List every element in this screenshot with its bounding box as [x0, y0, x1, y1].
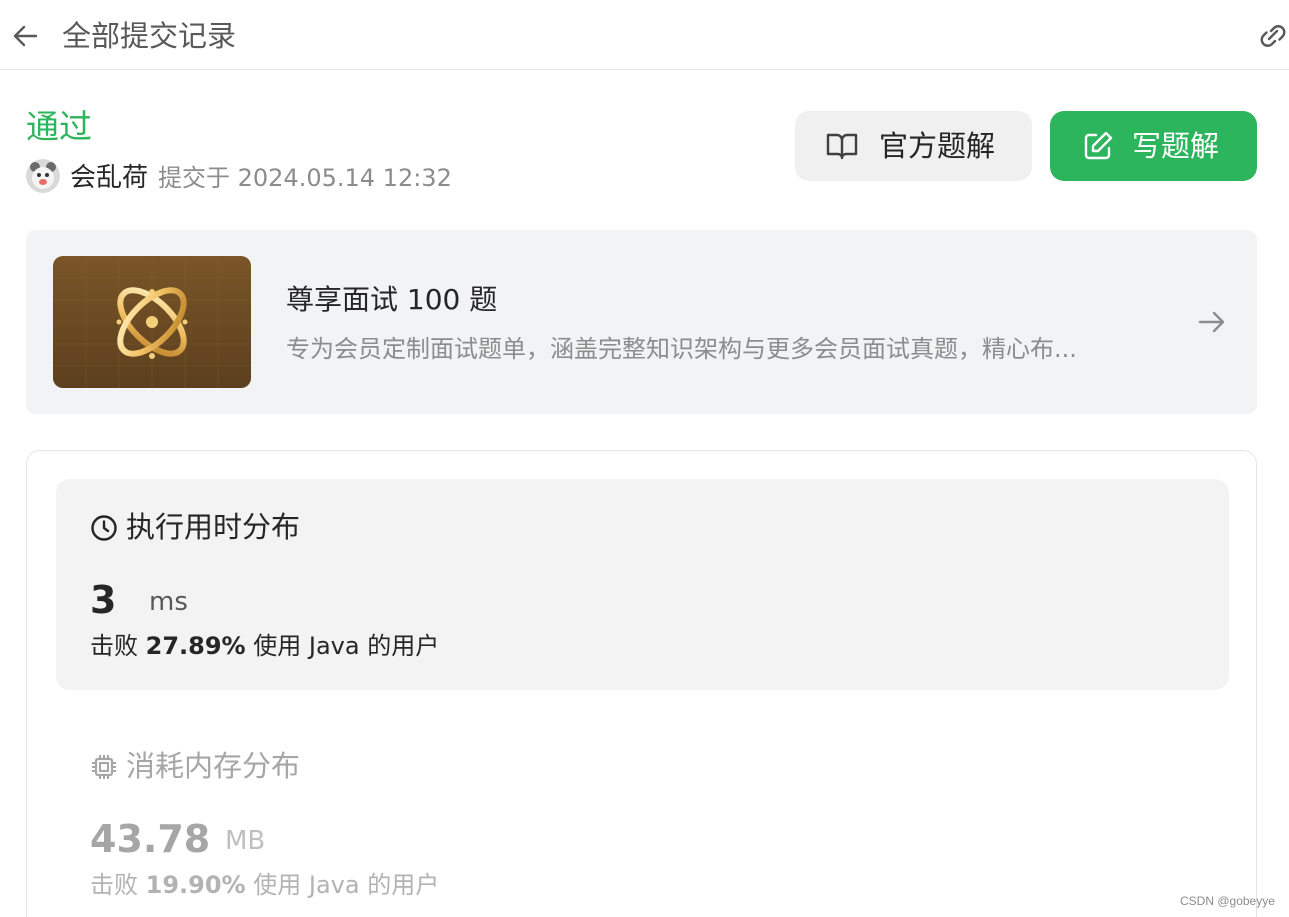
memory-beat: 击败 19.90% 使用 Java 的用户 — [90, 868, 439, 902]
arrow-left-icon[interactable] — [10, 20, 42, 52]
promo-title: 尊享面试 100 题 — [286, 283, 498, 316]
runtime-beat-percent: 27.89% — [145, 632, 246, 660]
write-solution-button[interactable]: 写题解 — [1050, 111, 1257, 181]
book-open-icon — [825, 131, 859, 161]
memory-beat-percent: 19.90% — [145, 871, 246, 899]
chip-icon — [90, 753, 118, 781]
runtime-title: 执行用时分布 — [126, 510, 301, 544]
username[interactable]: 会乱荷 — [70, 162, 148, 194]
arrow-right-icon — [1196, 306, 1228, 338]
runtime-beat-prefix: 击败 — [90, 632, 138, 660]
promo-card[interactable]: 尊享面试 100 题 专为会员定制面试题单，涵盖完整知识架构与更多会员面试真题，… — [26, 230, 1257, 414]
submission-status: 通过 — [26, 107, 92, 146]
runtime-unit: ms — [149, 587, 188, 617]
runtime-panel[interactable]: 执行用时分布 3 ms 击败 27.89% 使用 Java 的用户 — [56, 479, 1229, 690]
runtime-beat-suffix: 使用 Java 的用户 — [253, 632, 440, 660]
memory-beat-prefix: 击败 — [90, 871, 138, 899]
promo-description: 专为会员定制面试题单，涵盖完整知识架构与更多会员面试真题，精心布... — [286, 335, 1077, 363]
link-icon[interactable] — [1256, 20, 1289, 52]
memory-beat-suffix: 使用 Java 的用户 — [253, 871, 440, 899]
page-title: 全部提交记录 — [62, 19, 237, 53]
runtime-beat: 击败 27.89% 使用 Java 的用户 — [90, 629, 439, 663]
clock-icon — [90, 514, 118, 542]
write-solution-label: 写题解 — [1132, 129, 1220, 163]
avatar[interactable] — [26, 159, 60, 193]
official-solution-label: 官方题解 — [879, 129, 996, 163]
memory-title: 消耗内存分布 — [126, 749, 301, 783]
memory-panel[interactable]: 消耗内存分布 43.78 MB 击败 19.90% 使用 Java 的用户 — [56, 718, 1229, 917]
official-solution-button[interactable]: 官方题解 — [795, 111, 1032, 181]
top-bar: 全部提交记录 — [0, 0, 1289, 70]
edit-icon — [1081, 129, 1115, 163]
memory-unit: MB — [225, 826, 266, 856]
runtime-value: 3 — [90, 578, 117, 622]
promo-image — [53, 256, 251, 388]
submission-time: 提交于 2024.05.14 12:32 — [158, 164, 452, 192]
stats-card: 执行用时分布 3 ms 击败 27.89% 使用 Java 的用户 消耗内存分布… — [26, 450, 1257, 917]
watermark: CSDN @gobeyye — [1180, 894, 1275, 908]
memory-value: 43.78 — [90, 817, 211, 861]
